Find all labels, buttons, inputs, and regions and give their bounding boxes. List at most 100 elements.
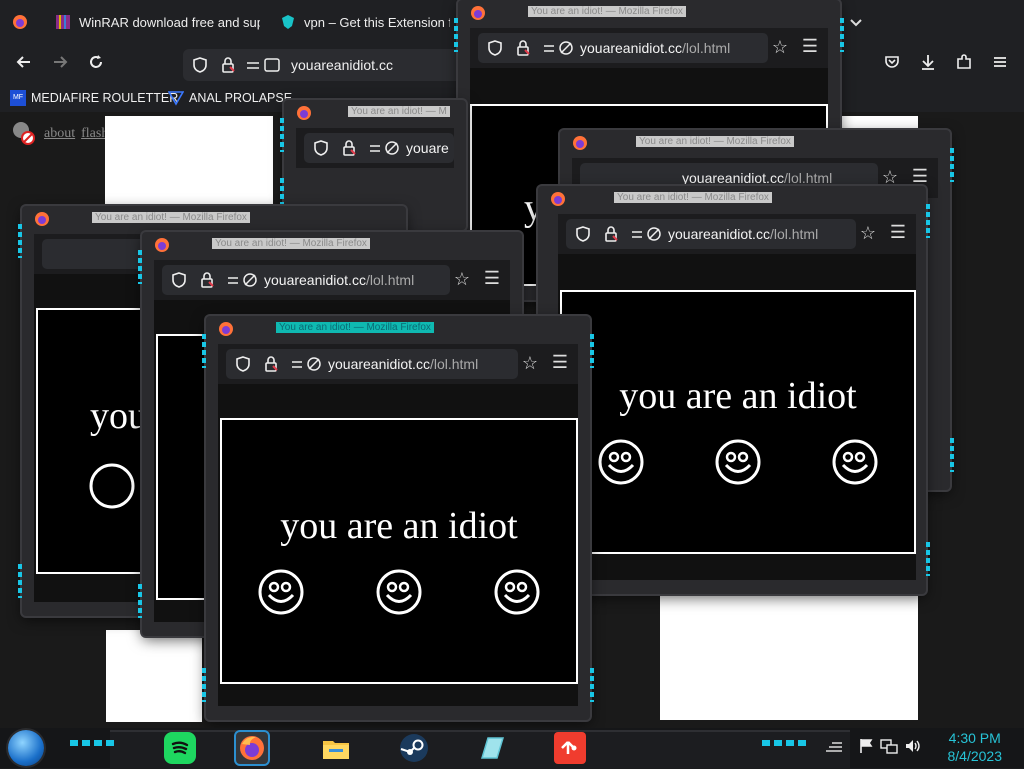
window-title: You are an idiot! — Mozilla Firefox [614, 192, 772, 203]
permissions-icon[interactable] [542, 39, 578, 57]
firefox-icon [155, 238, 169, 252]
firefox-taskbar-button[interactable] [236, 732, 268, 764]
smiley-icon [258, 569, 304, 615]
menu-icon[interactable]: ☰ [802, 36, 818, 57]
menu-icon[interactable]: ☰ [484, 268, 500, 289]
popup-window[interactable]: You are an idiot! — Mozilla Firefox youa… [538, 186, 930, 594]
bookmark-mediafire[interactable]: MF MEDIAFIRE ROULETTER [10, 90, 178, 106]
app-menu-button[interactable] [988, 53, 1012, 77]
shield-icon[interactable] [234, 355, 252, 373]
firefox-view-button[interactable] [12, 6, 32, 38]
window-titlebar[interactable]: You are an idiot! — Mozilla Firefox [560, 130, 950, 156]
popup-content: you are an idiot [558, 254, 916, 580]
star-icon[interactable]: ☆ [772, 37, 788, 58]
taskbar-clock[interactable]: 4:30 PM 8/4/2023 [948, 729, 1003, 765]
bookmark-prolapse[interactable]: ANAL PROLAPSE [168, 90, 292, 106]
tab-title: WinRAR download free and sup [79, 14, 260, 30]
steam-button[interactable] [398, 732, 430, 764]
star-icon[interactable]: ☆ [882, 167, 898, 188]
shield-icon[interactable] [486, 39, 504, 57]
forward-button[interactable] [48, 53, 72, 77]
popup-url: youareanidiot.cc/lol.html [264, 272, 415, 288]
action-center-flag[interactable] [858, 738, 874, 757]
tray-lines-icon [826, 742, 842, 752]
shield-icon[interactable] [191, 56, 209, 74]
permissions-icon[interactable] [290, 355, 326, 373]
popup-window-active[interactable]: You are an idiot! — Mozilla Firefox youa… [202, 316, 594, 720]
window-titlebar[interactable]: You are an idiot! — Mozilla Firefox [458, 0, 840, 26]
tab-winrar[interactable]: WinRAR download free and sup ✕ [55, 6, 260, 38]
permissions-icon[interactable] [226, 271, 262, 289]
back-button[interactable] [12, 53, 36, 77]
list-tabs-button[interactable] [848, 6, 862, 38]
idiot-text: you are an idiot [280, 505, 518, 547]
about-link[interactable]: about [44, 126, 75, 142]
star-icon[interactable]: ☆ [522, 353, 538, 374]
menu-icon[interactable]: ☰ [912, 166, 928, 187]
window-decoration [925, 200, 931, 580]
star-icon[interactable]: ☆ [860, 223, 876, 244]
popup-address-bar[interactable]: youareanidiot.cc/lol.html [566, 219, 856, 249]
popup-address-bar[interactable]: youareanidiot.cc/lol.html [478, 33, 768, 63]
lock-icon[interactable] [514, 39, 532, 57]
popup-url: youareanidiot.cc/lol.html [682, 170, 833, 186]
spotify-button[interactable] [164, 732, 196, 764]
lock-icon[interactable] [602, 225, 620, 243]
lock-icon[interactable] [198, 271, 216, 289]
permissions-icon[interactable] [630, 225, 666, 243]
permissions-icon[interactable] [245, 56, 285, 74]
menu-icon[interactable]: ☰ [890, 222, 906, 243]
popup-url: youareanidiot.cc/lol.html [668, 226, 819, 242]
extensions-button[interactable] [952, 53, 976, 77]
notes-icon [480, 737, 505, 759]
steam-icon [400, 734, 428, 762]
reload-button[interactable] [84, 53, 108, 77]
file-explorer-button[interactable] [320, 732, 352, 764]
smiley-icon [598, 439, 644, 485]
shield-icon[interactable] [574, 225, 592, 243]
show-hidden-icons[interactable] [824, 738, 844, 757]
pocket-icon [885, 56, 899, 68]
start-button[interactable] [8, 730, 44, 766]
shield-icon[interactable] [312, 139, 330, 157]
popup-address-bar[interactable]: youare [304, 133, 454, 163]
lock-icon[interactable] [262, 355, 280, 373]
file-explorer-icon [323, 741, 349, 759]
window-titlebar[interactable]: You are an idiot! — Mozilla Firefox [22, 206, 406, 232]
window-titlebar[interactable]: You are an idiot! — Mozilla Firefox [538, 186, 926, 212]
idiot-text: you are an idiot [619, 375, 857, 417]
window-title: You are an idiot! — Mozilla Firefox [636, 136, 794, 147]
page-fragment [660, 590, 918, 720]
volume-control[interactable] [904, 738, 922, 757]
shield-icon[interactable] [170, 271, 188, 289]
window-decoration [17, 220, 23, 602]
taskbar-decoration [762, 740, 806, 746]
popup-address-bar[interactable]: youareanidiot.cc/lol.html [226, 349, 518, 379]
firefox-icon [471, 6, 485, 20]
lock-icon[interactable] [340, 139, 358, 157]
popup-address-bar[interactable]: youareanidiot.cc/lol.html [162, 265, 450, 295]
bookmark-icon [168, 91, 184, 106]
downloads-button[interactable] [916, 53, 940, 77]
firefox-icon [573, 136, 587, 150]
glass-app-button[interactable] [476, 732, 508, 764]
window-titlebar[interactable]: You are an idiot! — M [284, 100, 466, 126]
menu-icon[interactable]: ☰ [552, 352, 568, 373]
tab-vpn[interactable]: vpn – Get this Extension for [280, 6, 450, 38]
flag-icon [860, 739, 873, 753]
network-icon [880, 739, 898, 754]
permissions-icon[interactable] [368, 139, 404, 157]
pocket-button[interactable] [880, 53, 904, 77]
star-icon[interactable]: ☆ [454, 269, 470, 290]
git-button[interactable] [554, 732, 586, 764]
lock-icon[interactable] [219, 56, 237, 74]
network-status[interactable] [880, 738, 898, 757]
window-titlebar[interactable]: You are an idiot! — Mozilla Firefox [142, 232, 522, 258]
popup-toolbar: youareanidiot.cc/lol.html ☆ ☰ [154, 260, 510, 300]
clock-date: 8/4/2023 [947, 748, 1003, 764]
window-decoration [279, 114, 285, 216]
flash-disabled-icon [13, 122, 35, 145]
speaker-icon [906, 740, 920, 752]
window-decoration [201, 330, 207, 706]
window-titlebar[interactable]: You are an idiot! — Mozilla Firefox [206, 316, 590, 342]
